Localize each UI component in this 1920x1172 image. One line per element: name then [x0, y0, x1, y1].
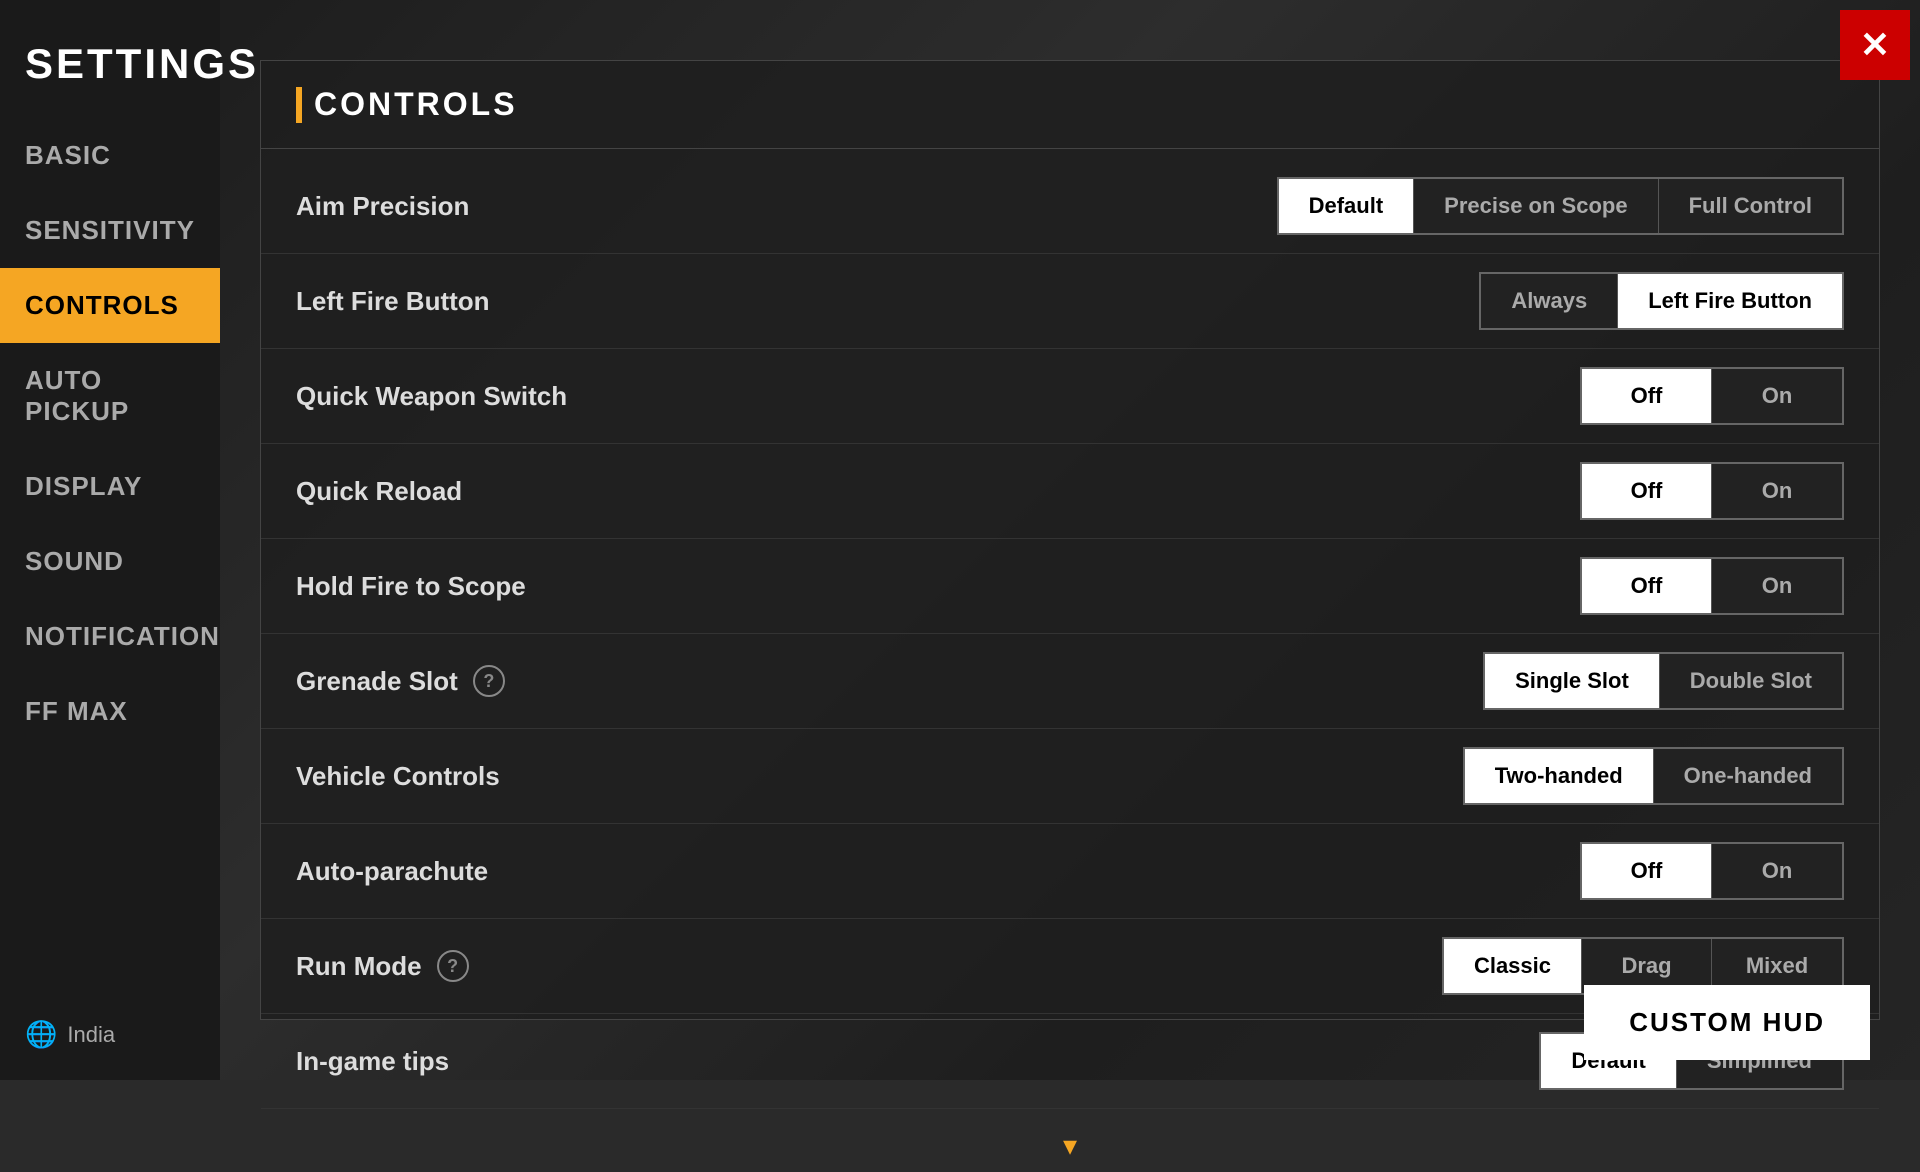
setting-label-aim-precision: Aim Precision [296, 191, 1277, 222]
toggle-group-left-fire-button: AlwaysLeft Fire Button [1479, 272, 1844, 330]
toggle-group-aim-precision: DefaultPrecise on ScopeFull Control [1277, 177, 1844, 235]
toggle-btn-hold-fire-to-scope-off[interactable]: Off [1582, 559, 1712, 613]
setting-row-hold-fire-to-scope: Hold Fire to ScopeOffOn [261, 539, 1879, 634]
main-content: CONTROLS Aim PrecisionDefaultPrecise on … [260, 60, 1880, 1020]
setting-row-auto-parachute: Auto-parachuteOffOn [261, 824, 1879, 919]
close-button[interactable]: ✕ [1840, 10, 1910, 80]
sidebar-item-controls[interactable]: CONTROLS [0, 268, 220, 343]
help-icon-grenade-slot[interactable]: ? [473, 665, 505, 697]
sidebar: SETTINGS BASIC SENSITIVITY CONTROLS AUTO… [0, 0, 220, 1080]
toggle-btn-aim-precision-precise-on-scope[interactable]: Precise on Scope [1414, 179, 1658, 233]
sidebar-item-basic[interactable]: BASIC [0, 118, 220, 193]
globe-icon: 🌐 [25, 1019, 57, 1050]
setting-label-in-game-tips: In-game tips [296, 1046, 1539, 1077]
setting-row-quick-weapon-switch: Quick Weapon SwitchOffOn [261, 349, 1879, 444]
setting-label-grenade-slot: Grenade Slot? [296, 665, 1483, 697]
settings-list: Aim PrecisionDefaultPrecise on ScopeFull… [261, 149, 1879, 1119]
toggle-btn-aim-precision-full-control[interactable]: Full Control [1659, 179, 1842, 233]
setting-label-vehicle-controls: Vehicle Controls [296, 761, 1463, 792]
toggle-group-quick-reload: OffOn [1580, 462, 1844, 520]
toggle-group-grenade-slot: Single SlotDouble Slot [1483, 652, 1844, 710]
section-accent [296, 87, 302, 123]
toggle-group-hold-fire-to-scope: OffOn [1580, 557, 1844, 615]
toggle-btn-aim-precision-default[interactable]: Default [1279, 179, 1415, 233]
sidebar-item-notification[interactable]: NOTIFICATION [0, 599, 220, 674]
toggle-btn-grenade-slot-single-slot[interactable]: Single Slot [1485, 654, 1660, 708]
toggle-btn-auto-parachute-off[interactable]: Off [1582, 844, 1712, 898]
setting-label-auto-parachute: Auto-parachute [296, 856, 1580, 887]
setting-label-left-fire-button: Left Fire Button [296, 286, 1479, 317]
app-title: SETTINGS [0, 20, 220, 118]
toggle-btn-hold-fire-to-scope-on[interactable]: On [1712, 559, 1842, 613]
setting-label-run-mode: Run Mode? [296, 950, 1442, 982]
toggle-btn-vehicle-controls-two-handed[interactable]: Two-handed [1465, 749, 1654, 803]
toggle-btn-grenade-slot-double-slot[interactable]: Double Slot [1660, 654, 1842, 708]
sidebar-item-sensitivity[interactable]: SENSITIVITY [0, 193, 220, 268]
sidebar-item-display[interactable]: DISPLAY [0, 449, 220, 524]
sidebar-item-ff-max[interactable]: FF MAX [0, 674, 220, 749]
setting-row-aim-precision: Aim PrecisionDefaultPrecise on ScopeFull… [261, 159, 1879, 254]
toggle-group-auto-parachute: OffOn [1580, 842, 1844, 900]
toggle-btn-quick-weapon-switch-on[interactable]: On [1712, 369, 1842, 423]
sidebar-item-auto-pickup[interactable]: AUTO PICKUP [0, 343, 220, 449]
toggle-group-quick-weapon-switch: OffOn [1580, 367, 1844, 425]
custom-hud-button[interactable]: CUSTOM HUD [1584, 985, 1870, 1060]
toggle-group-vehicle-controls: Two-handedOne-handed [1463, 747, 1844, 805]
toggle-btn-left-fire-button-left-fire-button[interactable]: Left Fire Button [1618, 274, 1842, 328]
setting-row-vehicle-controls: Vehicle ControlsTwo-handedOne-handed [261, 729, 1879, 824]
toggle-btn-quick-weapon-switch-off[interactable]: Off [1582, 369, 1712, 423]
help-icon-run-mode[interactable]: ? [437, 950, 469, 982]
setting-label-quick-weapon-switch: Quick Weapon Switch [296, 381, 1580, 412]
setting-label-quick-reload: Quick Reload [296, 476, 1580, 507]
region-label: India [67, 1022, 115, 1048]
setting-row-left-fire-button: Left Fire ButtonAlwaysLeft Fire Button [261, 254, 1879, 349]
section-header: CONTROLS [261, 61, 1879, 149]
toggle-btn-quick-reload-off[interactable]: Off [1582, 464, 1712, 518]
toggle-btn-run-mode-classic[interactable]: Classic [1444, 939, 1582, 993]
toggle-btn-left-fire-button-always[interactable]: Always [1481, 274, 1618, 328]
setting-label-hold-fire-to-scope: Hold Fire to Scope [296, 571, 1580, 602]
toggle-btn-quick-reload-on[interactable]: On [1712, 464, 1842, 518]
sidebar-item-sound[interactable]: SOUND [0, 524, 220, 599]
sidebar-footer: 🌐 India [25, 1019, 115, 1050]
toggle-btn-vehicle-controls-one-handed[interactable]: One-handed [1654, 749, 1842, 803]
setting-row-grenade-slot: Grenade Slot?Single SlotDouble Slot [261, 634, 1879, 729]
scroll-indicator[interactable]: ▾ [261, 1119, 1879, 1172]
setting-row-quick-reload: Quick ReloadOffOn [261, 444, 1879, 539]
toggle-btn-auto-parachute-on[interactable]: On [1712, 844, 1842, 898]
section-title: CONTROLS [314, 86, 518, 123]
